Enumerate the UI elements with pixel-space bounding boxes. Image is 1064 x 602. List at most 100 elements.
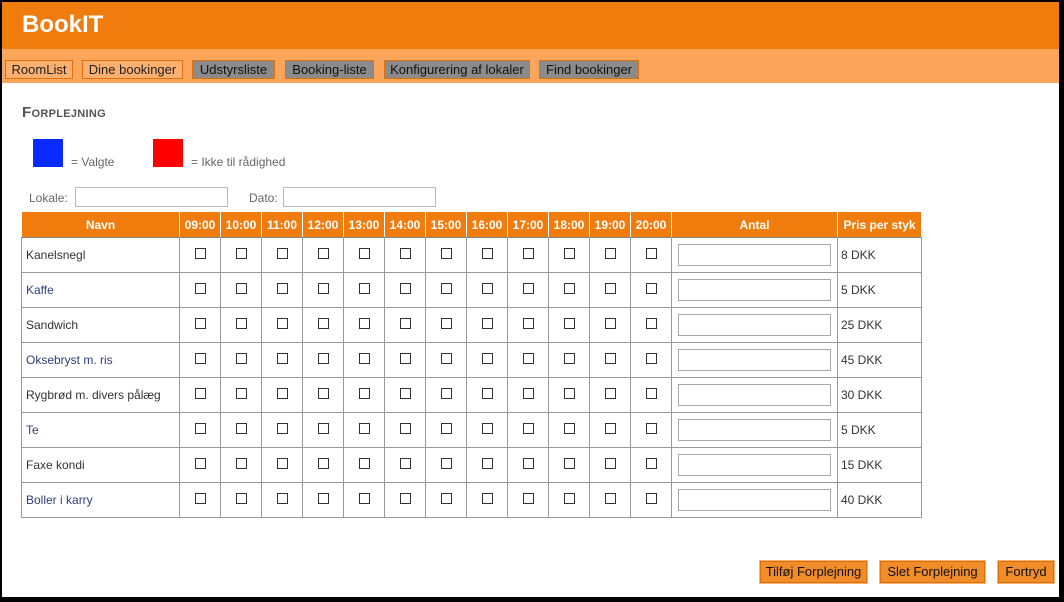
nav-find-bookinger[interactable]: Find bookinger	[539, 60, 639, 79]
time-slot-checkbox[interactable]	[276, 423, 288, 434]
time-slot-checkbox[interactable]	[440, 458, 452, 469]
antal-input[interactable]	[678, 489, 831, 511]
time-slot-checkbox[interactable]	[194, 283, 206, 294]
lokale-input[interactable]	[75, 187, 228, 207]
time-slot-checkbox[interactable]	[440, 283, 452, 294]
time-slot-checkbox[interactable]	[522, 248, 534, 259]
time-slot-checkbox[interactable]	[194, 248, 206, 259]
dato-input[interactable]	[283, 187, 436, 207]
time-slot-checkbox[interactable]	[645, 283, 657, 294]
time-slot-checkbox[interactable]	[563, 458, 575, 469]
time-slot-checkbox[interactable]	[645, 248, 657, 259]
time-slot-checkbox[interactable]	[645, 493, 657, 504]
time-slot-checkbox[interactable]	[317, 388, 329, 399]
time-slot-checkbox[interactable]	[522, 283, 534, 294]
time-slot-checkbox[interactable]	[317, 318, 329, 329]
time-slot-checkbox[interactable]	[522, 423, 534, 434]
nav-dine-bookinger[interactable]: Dine bookinger	[82, 60, 183, 79]
time-slot-checkbox[interactable]	[358, 353, 370, 364]
time-slot-checkbox[interactable]	[317, 248, 329, 259]
time-slot-checkbox[interactable]	[645, 388, 657, 399]
antal-input[interactable]	[678, 384, 831, 406]
time-slot-checkbox[interactable]	[481, 248, 493, 259]
time-slot-checkbox[interactable]	[522, 353, 534, 364]
time-slot-checkbox[interactable]	[481, 318, 493, 329]
time-slot-checkbox[interactable]	[522, 318, 534, 329]
time-slot-checkbox[interactable]	[645, 423, 657, 434]
time-slot-checkbox[interactable]	[235, 318, 247, 329]
time-slot-checkbox[interactable]	[645, 353, 657, 364]
antal-input[interactable]	[678, 244, 831, 266]
time-slot-checkbox[interactable]	[399, 283, 411, 294]
time-slot-checkbox[interactable]	[276, 283, 288, 294]
time-slot-checkbox[interactable]	[604, 248, 616, 259]
time-slot-checkbox[interactable]	[522, 458, 534, 469]
time-slot-checkbox[interactable]	[604, 493, 616, 504]
time-slot-checkbox[interactable]	[194, 458, 206, 469]
time-slot-checkbox[interactable]	[604, 353, 616, 364]
time-slot-checkbox[interactable]	[399, 353, 411, 364]
time-slot-checkbox[interactable]	[604, 318, 616, 329]
time-slot-checkbox[interactable]	[276, 318, 288, 329]
time-slot-checkbox[interactable]	[235, 248, 247, 259]
time-slot-checkbox[interactable]	[358, 318, 370, 329]
time-slot-checkbox[interactable]	[276, 458, 288, 469]
nav-roomlist[interactable]: RoomList	[5, 60, 73, 79]
nav-booking-liste[interactable]: Booking-liste	[285, 60, 374, 79]
time-slot-checkbox[interactable]	[194, 388, 206, 399]
time-slot-checkbox[interactable]	[235, 423, 247, 434]
time-slot-checkbox[interactable]	[604, 423, 616, 434]
time-slot-checkbox[interactable]	[317, 353, 329, 364]
cancel-button[interactable]: Fortryd	[997, 560, 1055, 584]
time-slot-checkbox[interactable]	[276, 248, 288, 259]
antal-input[interactable]	[678, 279, 831, 301]
antal-input[interactable]	[678, 349, 831, 371]
time-slot-checkbox[interactable]	[563, 318, 575, 329]
time-slot-checkbox[interactable]	[522, 388, 534, 399]
time-slot-checkbox[interactable]	[358, 388, 370, 399]
time-slot-checkbox[interactable]	[358, 283, 370, 294]
time-slot-checkbox[interactable]	[440, 353, 452, 364]
time-slot-checkbox[interactable]	[481, 283, 493, 294]
time-slot-checkbox[interactable]	[194, 493, 206, 504]
time-slot-checkbox[interactable]	[358, 458, 370, 469]
time-slot-checkbox[interactable]	[481, 493, 493, 504]
nav-konfigurering-af-lokaler[interactable]: Konfigurering af lokaler	[384, 60, 530, 79]
time-slot-checkbox[interactable]	[399, 248, 411, 259]
time-slot-checkbox[interactable]	[522, 493, 534, 504]
add-catering-button[interactable]: Tilføj Forplejning	[759, 560, 868, 584]
time-slot-checkbox[interactable]	[645, 458, 657, 469]
time-slot-checkbox[interactable]	[276, 493, 288, 504]
time-slot-checkbox[interactable]	[194, 423, 206, 434]
time-slot-checkbox[interactable]	[235, 283, 247, 294]
time-slot-checkbox[interactable]	[235, 353, 247, 364]
time-slot-checkbox[interactable]	[604, 388, 616, 399]
time-slot-checkbox[interactable]	[481, 423, 493, 434]
time-slot-checkbox[interactable]	[276, 388, 288, 399]
time-slot-checkbox[interactable]	[563, 353, 575, 364]
time-slot-checkbox[interactable]	[317, 423, 329, 434]
time-slot-checkbox[interactable]	[399, 388, 411, 399]
time-slot-checkbox[interactable]	[440, 423, 452, 434]
time-slot-checkbox[interactable]	[604, 283, 616, 294]
time-slot-checkbox[interactable]	[317, 458, 329, 469]
time-slot-checkbox[interactable]	[399, 318, 411, 329]
time-slot-checkbox[interactable]	[399, 493, 411, 504]
time-slot-checkbox[interactable]	[194, 353, 206, 364]
time-slot-checkbox[interactable]	[317, 283, 329, 294]
time-slot-checkbox[interactable]	[481, 458, 493, 469]
time-slot-checkbox[interactable]	[399, 458, 411, 469]
time-slot-checkbox[interactable]	[563, 283, 575, 294]
time-slot-checkbox[interactable]	[317, 493, 329, 504]
time-slot-checkbox[interactable]	[563, 423, 575, 434]
time-slot-checkbox[interactable]	[604, 458, 616, 469]
delete-catering-button[interactable]: Slet Forplejning	[879, 560, 986, 584]
time-slot-checkbox[interactable]	[399, 423, 411, 434]
time-slot-checkbox[interactable]	[358, 423, 370, 434]
time-slot-checkbox[interactable]	[440, 388, 452, 399]
time-slot-checkbox[interactable]	[440, 318, 452, 329]
time-slot-checkbox[interactable]	[563, 248, 575, 259]
time-slot-checkbox[interactable]	[645, 318, 657, 329]
time-slot-checkbox[interactable]	[563, 493, 575, 504]
time-slot-checkbox[interactable]	[358, 493, 370, 504]
